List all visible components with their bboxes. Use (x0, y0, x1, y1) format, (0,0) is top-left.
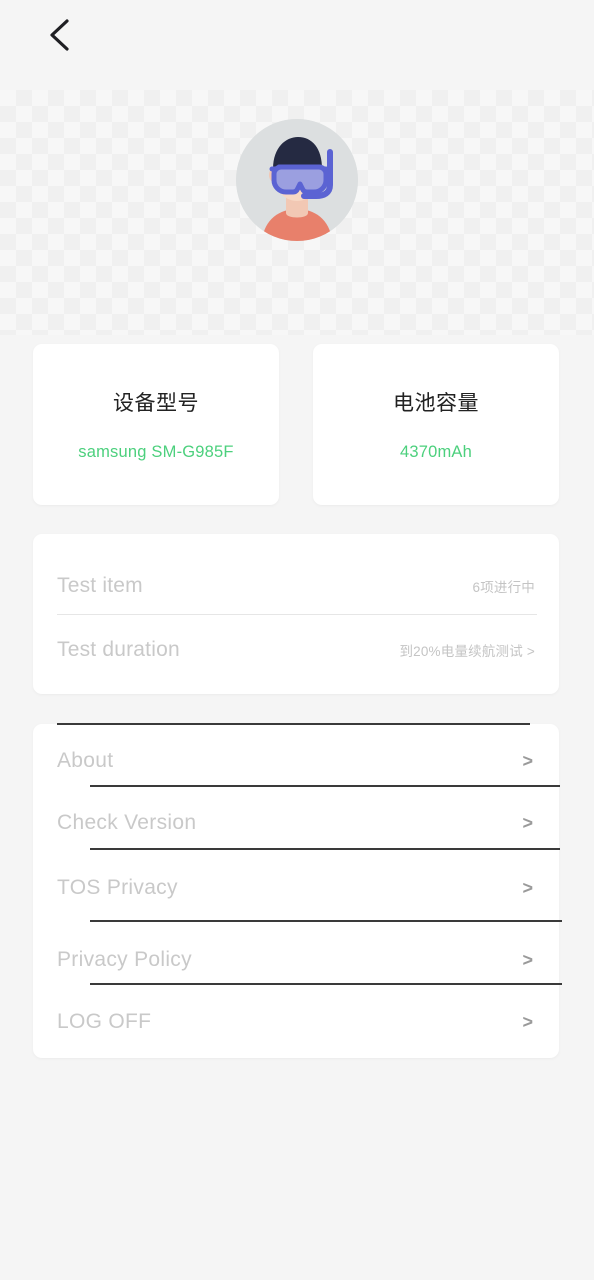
device-model-title: 设备型号 (113, 392, 199, 415)
battery-capacity-title: 电池容量 (393, 392, 479, 415)
test-item-label: Test item (57, 574, 143, 597)
chevron-right-icon: > (522, 750, 533, 771)
menu-top-divider (57, 723, 530, 725)
menu-divider (90, 785, 560, 787)
menu-item-label: About (57, 749, 114, 772)
chevron-right-icon: > (522, 812, 533, 833)
menu-item-about[interactable]: About > (57, 736, 535, 786)
menu-divider (90, 983, 562, 985)
test-panel-card: Test item 6项进行中 Test duration 到20%电量续航测试… (33, 534, 559, 694)
chevron-right-icon: > (522, 1011, 533, 1032)
chevron-left-icon (46, 18, 72, 52)
test-duration-row[interactable]: Test duration 到20%电量续航测试 > (57, 622, 535, 678)
menu-item-log-off[interactable]: LOG OFF > (57, 997, 535, 1047)
menu-divider (90, 920, 562, 922)
battery-capacity-card: 电池容量 4370mAh (313, 344, 559, 505)
menu-item-label: Check Version (57, 811, 197, 834)
menu-item-label: LOG OFF (57, 1010, 152, 1033)
settings-menu-card: About > Check Version > TOS Privacy > Pr… (33, 724, 562, 1058)
test-item-value: 6项进行中 (472, 580, 535, 595)
test-item-row[interactable]: Test item 6项进行中 (57, 558, 535, 614)
test-duration-label: Test duration (57, 638, 180, 661)
test-panel-divider (57, 614, 537, 615)
top-navigation-bar (0, 0, 594, 90)
battery-capacity-value: 4370mAh (399, 443, 473, 461)
diver-avatar-icon (236, 119, 358, 241)
menu-item-check-version[interactable]: Check Version > (57, 798, 535, 848)
back-button[interactable] (36, 12, 82, 58)
test-duration-value: 到20%电量续航测试 > (399, 644, 535, 659)
device-model-value: samsung SM-G985F (78, 443, 234, 461)
menu-item-label: Privacy Policy (57, 948, 192, 971)
device-model-card: 设备型号 samsung SM-G985F (33, 344, 279, 505)
chevron-right-icon: > (522, 949, 533, 970)
menu-divider (90, 848, 560, 850)
menu-item-privacy-policy[interactable]: Privacy Policy > (57, 935, 535, 985)
chevron-right-icon: > (522, 877, 533, 898)
menu-item-tos-privacy[interactable]: TOS Privacy > (57, 863, 535, 913)
menu-item-label: TOS Privacy (57, 876, 178, 899)
avatar[interactable] (236, 119, 358, 241)
